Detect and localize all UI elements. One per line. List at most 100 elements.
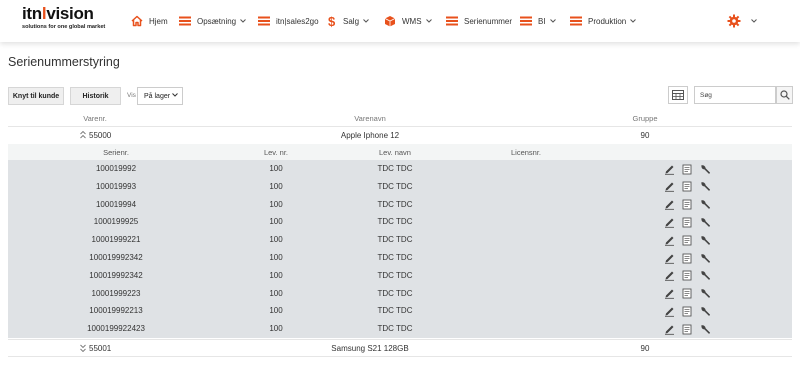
serial-number: 10001999223	[91, 288, 141, 298]
supplier-number: 100	[269, 306, 283, 316]
edit-button[interactable]	[663, 252, 675, 264]
column-header-varenavn[interactable]: Varenavn	[330, 114, 410, 123]
note-icon	[682, 235, 692, 246]
note-button[interactable]	[681, 305, 693, 317]
nav-item-opsaetning[interactable]: Opsætning	[179, 13, 246, 29]
nav-item-bi[interactable]: BI	[520, 13, 556, 29]
group-gruppe: 90	[640, 131, 650, 140]
pencil-icon	[664, 271, 674, 281]
serial-row[interactable]: 1000199922423 100 TDC TDC	[8, 320, 792, 338]
service-button[interactable]	[699, 270, 711, 282]
menu-lines-icon	[570, 16, 582, 26]
edit-button[interactable]	[663, 216, 675, 228]
dollar-icon: $	[328, 15, 336, 28]
serial-number: 1000199925	[93, 217, 139, 227]
serial-row[interactable]: 10001999221 100 TDC TDC	[8, 231, 792, 249]
note-icon	[682, 217, 692, 228]
edit-button[interactable]	[663, 288, 675, 300]
chevron-down-icon	[172, 93, 178, 97]
nav-item-serienummer[interactable]: Serienummer	[446, 13, 512, 29]
historik-button[interactable]: Historik	[70, 87, 121, 105]
serial-row[interactable]: 100019992342 100 TDC TDC	[8, 266, 792, 285]
supplier-number: 100	[269, 288, 283, 298]
nav-item-hjem[interactable]: Hjem	[131, 13, 168, 29]
column-header-gruppe[interactable]: Gruppe	[620, 114, 670, 123]
column-header-lev-nr[interactable]: Lev. nr.	[246, 148, 306, 157]
note-button[interactable]	[681, 323, 693, 335]
service-button[interactable]	[699, 323, 711, 335]
service-button[interactable]	[699, 181, 711, 193]
column-layout-button[interactable]	[668, 86, 688, 104]
serial-number: 1000199922423	[87, 324, 145, 334]
menu-lines-icon	[520, 16, 532, 26]
pencil-icon	[664, 218, 674, 228]
serial-row[interactable]: 10001999223 100 TDC TDC	[8, 284, 792, 303]
group-row[interactable]: 55000 Apple Iphone 12 90	[8, 127, 792, 144]
chevron-down-icon	[425, 19, 432, 23]
stock-filter-select[interactable]: På lager	[137, 87, 183, 105]
menu-lines-icon	[179, 16, 191, 26]
edit-button[interactable]	[663, 270, 675, 282]
service-button[interactable]	[699, 252, 711, 264]
supplier-name: TDC TDC	[377, 235, 413, 245]
edit-button[interactable]	[663, 181, 675, 193]
service-button[interactable]	[699, 216, 711, 228]
edit-button[interactable]	[663, 234, 675, 246]
note-button[interactable]	[681, 181, 693, 193]
note-button[interactable]	[681, 163, 693, 175]
edit-button[interactable]	[663, 305, 675, 317]
supplier-name: TDC TDC	[377, 217, 413, 227]
search-button[interactable]	[776, 86, 793, 104]
service-button[interactable]	[699, 305, 711, 317]
service-button[interactable]	[699, 288, 711, 300]
serial-number: 10001999221	[91, 235, 141, 245]
nav-item-itnsales2go[interactable]: itn|sales2go	[258, 13, 319, 29]
logo[interactable]: itnlvision solutions for one global mark…	[22, 5, 122, 37]
note-button[interactable]	[681, 199, 693, 211]
collapse-chevron-icon[interactable]	[80, 131, 86, 139]
settings-menu-button[interactable]	[727, 13, 757, 29]
knyt-til-kunde-button[interactable]: Knyt til kunde	[8, 87, 64, 105]
nav-item-produktion[interactable]: Produktion	[570, 13, 637, 29]
stock-filter-value: På lager	[144, 92, 171, 100]
service-button[interactable]	[699, 199, 711, 211]
note-button[interactable]	[681, 252, 693, 264]
serial-row[interactable]: 100019994 100 TDC TDC	[8, 195, 792, 214]
wrench-icon	[700, 324, 710, 334]
supplier-number: 100	[269, 217, 283, 227]
service-button[interactable]	[699, 234, 711, 246]
serial-row[interactable]: 100019992 100 TDC TDC	[8, 160, 792, 178]
search-input[interactable]	[694, 86, 776, 104]
chevron-down-icon	[549, 19, 556, 23]
row-actions	[663, 163, 711, 175]
nav-item-wms[interactable]: WMS	[384, 13, 432, 29]
note-button[interactable]	[681, 288, 693, 300]
note-button[interactable]	[681, 216, 693, 228]
service-button[interactable]	[699, 163, 711, 175]
wrench-icon	[700, 235, 710, 245]
row-actions	[663, 305, 711, 317]
nav-item-salg[interactable]: $ Salg	[328, 13, 369, 29]
group-row[interactable]: 55001 Samsung S21 128GB 90	[8, 340, 792, 357]
serial-row[interactable]: 100019992213 100 TDC TDC	[8, 302, 792, 321]
supplier-name: TDC TDC	[377, 181, 413, 191]
home-icon	[131, 15, 143, 27]
nav-item-label: Opsætning	[197, 16, 237, 26]
column-header-varenr[interactable]: Varenr.	[70, 114, 120, 123]
column-header-serienr[interactable]: Serienr.	[76, 148, 156, 157]
serial-row[interactable]: 1000199925 100 TDC TDC	[8, 213, 792, 232]
serial-row[interactable]: 100019993 100 TDC TDC	[8, 177, 792, 196]
nav-item-label: Serienummer	[464, 16, 513, 26]
column-header-licensnr[interactable]: Licensnr.	[496, 148, 556, 157]
edit-button[interactable]	[663, 323, 675, 335]
note-button[interactable]	[681, 270, 693, 282]
column-header-lev-navn[interactable]: Lev. navn	[360, 148, 430, 157]
serial-number: 100019992342	[89, 270, 143, 280]
chevron-down-icon	[751, 19, 757, 23]
supplier-number: 100	[269, 324, 283, 334]
serial-row[interactable]: 100019992342 100 TDC TDC	[8, 249, 792, 267]
expand-chevron-icon[interactable]	[80, 344, 86, 352]
note-button[interactable]	[681, 234, 693, 246]
edit-button[interactable]	[663, 199, 675, 211]
edit-button[interactable]	[663, 163, 675, 175]
